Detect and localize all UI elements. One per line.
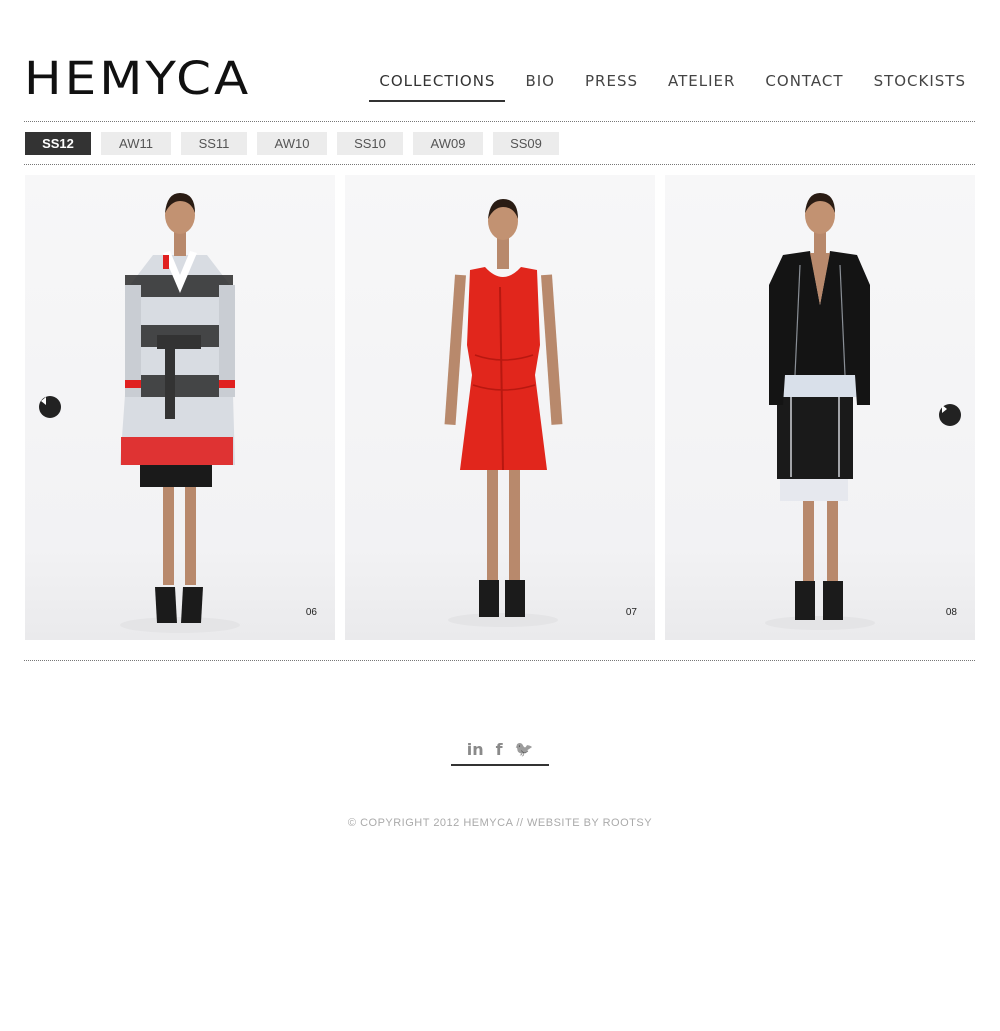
arrow-right-icon[interactable] xyxy=(939,404,961,426)
twitter-icon[interactable]: 🐦 xyxy=(515,740,534,758)
tab-aw11[interactable]: AW11 xyxy=(101,132,171,155)
tab-ss10[interactable]: SS10 xyxy=(337,132,403,155)
gallery-photo[interactable]: 07 xyxy=(345,175,655,640)
model-black-suit-image xyxy=(765,193,875,630)
nav-item-collections[interactable]: COLLECTIONS xyxy=(369,70,506,102)
season-tabs: SS12 AW11 SS11 AW10 SS10 AW09 SS09 xyxy=(25,132,569,155)
divider-top xyxy=(24,121,975,122)
footer-copyright: © COPYRIGHT 2012 HEMYCA // WEBSITE BY RO… xyxy=(347,817,653,829)
photo-number: 07 xyxy=(625,607,637,618)
linkedin-icon[interactable]: in xyxy=(467,740,484,759)
model-red-dress-image xyxy=(444,199,563,627)
arrow-left-icon[interactable] xyxy=(39,396,61,418)
divider-bottom xyxy=(24,660,975,661)
facebook-icon[interactable]: f xyxy=(496,740,503,759)
photo-number: 06 xyxy=(305,607,317,618)
photo-gallery: 06 07 08 xyxy=(25,175,975,640)
divider-tabs xyxy=(24,164,975,165)
photo-number: 08 xyxy=(945,607,957,618)
nav-item-press[interactable]: PRESS xyxy=(575,70,648,102)
model-striped-coat-image xyxy=(120,193,240,633)
tab-ss12[interactable]: SS12 xyxy=(25,132,91,155)
nav-item-bio[interactable]: BIO xyxy=(515,70,565,102)
brand-logo[interactable]: HEMYCA xyxy=(24,56,251,101)
tab-ss09[interactable]: SS09 xyxy=(493,132,559,155)
tab-aw10[interactable]: AW10 xyxy=(257,132,327,155)
nav-item-atelier[interactable]: ATELIER xyxy=(658,70,745,102)
social-links: in f 🐦 xyxy=(451,740,549,766)
gallery-photo[interactable]: 06 xyxy=(25,175,335,640)
tab-aw09[interactable]: AW09 xyxy=(413,132,483,155)
gallery-photo[interactable]: 08 xyxy=(665,175,975,640)
nav-item-stockists[interactable]: STOCKISTS xyxy=(864,70,976,102)
tab-ss11[interactable]: SS11 xyxy=(181,132,247,155)
nav-item-contact[interactable]: CONTACT xyxy=(755,70,853,102)
main-nav: COLLECTIONS BIO PRESS ATELIER CONTACT ST… xyxy=(359,70,976,102)
